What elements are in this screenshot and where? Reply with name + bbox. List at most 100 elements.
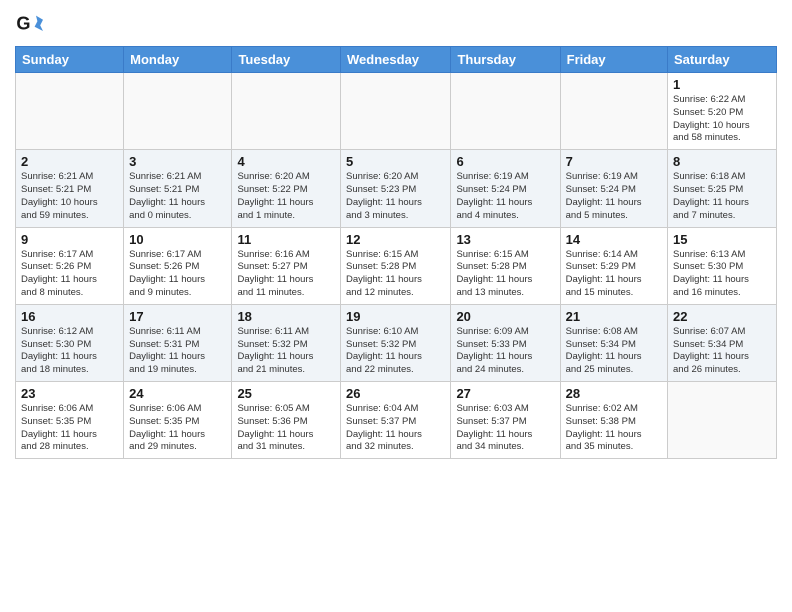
calendar-cell (124, 73, 232, 150)
day-number: 1 (673, 77, 771, 92)
day-number: 22 (673, 309, 771, 324)
col-header-saturday: Saturday (668, 47, 777, 73)
calendar-cell: 5 Sunrise: 6:20 AM Sunset: 5:23 PM Daylig… (341, 150, 451, 227)
day-number: 13 (456, 232, 554, 247)
calendar-cell: 28 Sunrise: 6:02 AM Sunset: 5:38 PM Dayli… (560, 382, 667, 459)
calendar-cell: 7 Sunrise: 6:19 AM Sunset: 5:24 PM Daylig… (560, 150, 667, 227)
calendar-cell: 3 Sunrise: 6:21 AM Sunset: 5:21 PM Daylig… (124, 150, 232, 227)
day-info: Sunrise: 6:19 AM Sunset: 5:24 PM Dayligh… (456, 171, 554, 222)
calendar-cell (341, 73, 451, 150)
day-info: Sunrise: 6:20 AM Sunset: 5:22 PM Dayligh… (237, 171, 335, 222)
calendar-cell: 19 Sunrise: 6:10 AM Sunset: 5:32 PM Dayli… (341, 304, 451, 381)
day-info: Sunrise: 6:11 AM Sunset: 5:32 PM Dayligh… (237, 326, 335, 377)
calendar-cell (668, 382, 777, 459)
day-info: Sunrise: 6:21 AM Sunset: 5:21 PM Dayligh… (21, 171, 118, 222)
day-number: 7 (566, 154, 662, 169)
calendar-cell: 27 Sunrise: 6:03 AM Sunset: 5:37 PM Dayli… (451, 382, 560, 459)
day-info: Sunrise: 6:19 AM Sunset: 5:24 PM Dayligh… (566, 171, 662, 222)
calendar-cell: 6 Sunrise: 6:19 AM Sunset: 5:24 PM Daylig… (451, 150, 560, 227)
calendar-cell: 15 Sunrise: 6:13 AM Sunset: 5:30 PM Dayli… (668, 227, 777, 304)
day-number: 21 (566, 309, 662, 324)
calendar-cell: 16 Sunrise: 6:12 AM Sunset: 5:30 PM Dayli… (16, 304, 124, 381)
day-number: 11 (237, 232, 335, 247)
day-number: 6 (456, 154, 554, 169)
col-header-monday: Monday (124, 47, 232, 73)
day-info: Sunrise: 6:08 AM Sunset: 5:34 PM Dayligh… (566, 326, 662, 377)
day-number: 26 (346, 386, 445, 401)
day-info: Sunrise: 6:18 AM Sunset: 5:25 PM Dayligh… (673, 171, 771, 222)
day-number: 5 (346, 154, 445, 169)
calendar-cell: 2 Sunrise: 6:21 AM Sunset: 5:21 PM Daylig… (16, 150, 124, 227)
calendar-cell: 26 Sunrise: 6:04 AM Sunset: 5:37 PM Dayli… (341, 382, 451, 459)
day-number: 4 (237, 154, 335, 169)
day-info: Sunrise: 6:16 AM Sunset: 5:27 PM Dayligh… (237, 249, 335, 300)
calendar-cell: 21 Sunrise: 6:08 AM Sunset: 5:34 PM Dayli… (560, 304, 667, 381)
calendar-cell: 22 Sunrise: 6:07 AM Sunset: 5:34 PM Dayli… (668, 304, 777, 381)
svg-text:G: G (16, 14, 30, 34)
calendar-cell: 14 Sunrise: 6:14 AM Sunset: 5:29 PM Dayli… (560, 227, 667, 304)
day-number: 27 (456, 386, 554, 401)
day-info: Sunrise: 6:10 AM Sunset: 5:32 PM Dayligh… (346, 326, 445, 377)
calendar-cell: 4 Sunrise: 6:20 AM Sunset: 5:22 PM Daylig… (232, 150, 341, 227)
calendar-cell: 18 Sunrise: 6:11 AM Sunset: 5:32 PM Dayli… (232, 304, 341, 381)
day-info: Sunrise: 6:22 AM Sunset: 5:20 PM Dayligh… (673, 94, 771, 145)
calendar-cell (451, 73, 560, 150)
logo: G (15, 10, 45, 38)
col-header-sunday: Sunday (16, 47, 124, 73)
day-number: 25 (237, 386, 335, 401)
day-number: 18 (237, 309, 335, 324)
col-header-thursday: Thursday (451, 47, 560, 73)
day-info: Sunrise: 6:02 AM Sunset: 5:38 PM Dayligh… (566, 403, 662, 454)
calendar-cell (560, 73, 667, 150)
calendar-cell: 17Sunrise: 6:11 AM Sunset: 5:31 PM Dayli… (124, 304, 232, 381)
day-info: Sunrise: 6:12 AM Sunset: 5:30 PM Dayligh… (21, 326, 118, 377)
day-number: 15 (673, 232, 771, 247)
calendar-cell: 9 Sunrise: 6:17 AM Sunset: 5:26 PM Daylig… (16, 227, 124, 304)
calendar-cell: 25 Sunrise: 6:05 AM Sunset: 5:36 PM Dayli… (232, 382, 341, 459)
day-number: 16 (21, 309, 118, 324)
day-info: Sunrise: 6:11 AM Sunset: 5:31 PM Dayligh… (129, 326, 226, 377)
day-number: 9 (21, 232, 118, 247)
col-header-friday: Friday (560, 47, 667, 73)
calendar-cell (16, 73, 124, 150)
calendar-cell: 20 Sunrise: 6:09 AM Sunset: 5:33 PM Dayli… (451, 304, 560, 381)
day-info: Sunrise: 6:05 AM Sunset: 5:36 PM Dayligh… (237, 403, 335, 454)
day-info: Sunrise: 6:15 AM Sunset: 5:28 PM Dayligh… (456, 249, 554, 300)
day-number: 3 (129, 154, 226, 169)
day-info: Sunrise: 6:03 AM Sunset: 5:37 PM Dayligh… (456, 403, 554, 454)
calendar-cell: 23 Sunrise: 6:06 AM Sunset: 5:35 PM Dayli… (16, 382, 124, 459)
day-info: Sunrise: 6:06 AM Sunset: 5:35 PM Dayligh… (129, 403, 226, 454)
day-info: Sunrise: 6:04 AM Sunset: 5:37 PM Dayligh… (346, 403, 445, 454)
day-info: Sunrise: 6:17 AM Sunset: 5:26 PM Dayligh… (129, 249, 226, 300)
calendar-cell: 10 Sunrise: 6:17 AM Sunset: 5:26 PM Dayli… (124, 227, 232, 304)
calendar-cell: 12 Sunrise: 6:15 AM Sunset: 5:28 PM Dayli… (341, 227, 451, 304)
day-number: 24 (129, 386, 226, 401)
day-number: 2 (21, 154, 118, 169)
page-header: G (15, 10, 777, 38)
day-number: 20 (456, 309, 554, 324)
col-header-tuesday: Tuesday (232, 47, 341, 73)
day-info: Sunrise: 6:21 AM Sunset: 5:21 PM Dayligh… (129, 171, 226, 222)
day-info: Sunrise: 6:13 AM Sunset: 5:30 PM Dayligh… (673, 249, 771, 300)
day-info: Sunrise: 6:20 AM Sunset: 5:23 PM Dayligh… (346, 171, 445, 222)
day-number: 12 (346, 232, 445, 247)
calendar-cell: 24 Sunrise: 6:06 AM Sunset: 5:35 PM Dayli… (124, 382, 232, 459)
logo-icon: G (15, 10, 43, 38)
day-number: 28 (566, 386, 662, 401)
calendar-table: SundayMondayTuesdayWednesdayThursdayFrid… (15, 46, 777, 459)
day-number: 19 (346, 309, 445, 324)
day-info: Sunrise: 6:17 AM Sunset: 5:26 PM Dayligh… (21, 249, 118, 300)
calendar-cell: 1 Sunrise: 6:22 AM Sunset: 5:20 PM Daylig… (668, 73, 777, 150)
day-info: Sunrise: 6:07 AM Sunset: 5:34 PM Dayligh… (673, 326, 771, 377)
day-info: Sunrise: 6:15 AM Sunset: 5:28 PM Dayligh… (346, 249, 445, 300)
day-info: Sunrise: 6:06 AM Sunset: 5:35 PM Dayligh… (21, 403, 118, 454)
calendar-cell: 13 Sunrise: 6:15 AM Sunset: 5:28 PM Dayli… (451, 227, 560, 304)
day-number: 23 (21, 386, 118, 401)
col-header-wednesday: Wednesday (341, 47, 451, 73)
calendar-cell (232, 73, 341, 150)
day-number: 10 (129, 232, 226, 247)
day-info: Sunrise: 6:14 AM Sunset: 5:29 PM Dayligh… (566, 249, 662, 300)
day-number: 14 (566, 232, 662, 247)
day-info: Sunrise: 6:09 AM Sunset: 5:33 PM Dayligh… (456, 326, 554, 377)
calendar-cell: 8Sunrise: 6:18 AM Sunset: 5:25 PM Daylig… (668, 150, 777, 227)
